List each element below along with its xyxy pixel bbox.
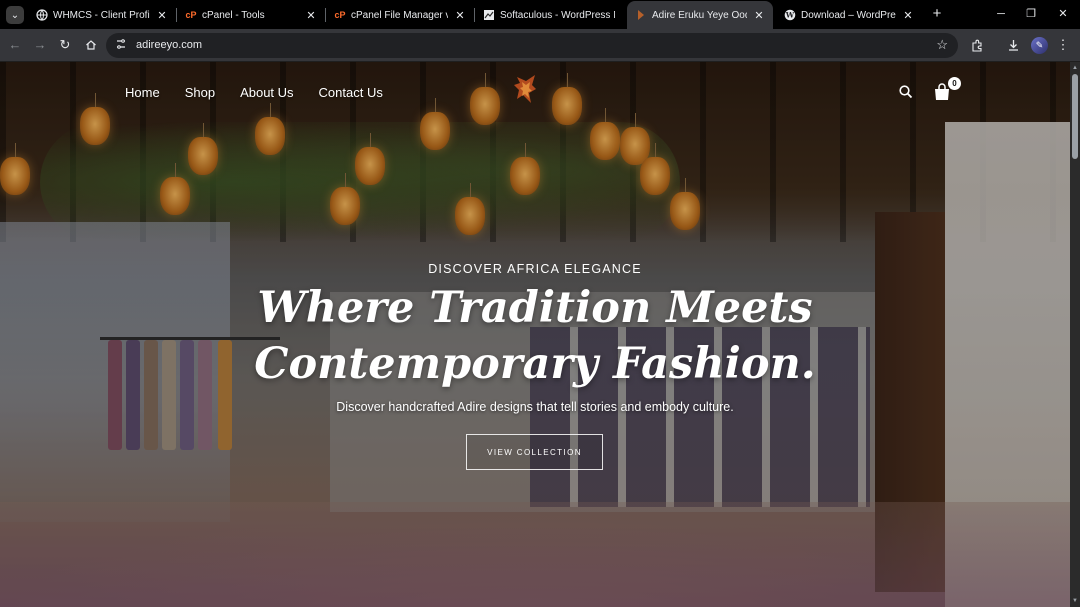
tab-title: Adire Eruku Yeye Oodua - A bbox=[652, 9, 747, 21]
back-button[interactable]: ← bbox=[6, 36, 24, 54]
tab-search-button[interactable]: ⌄ bbox=[6, 6, 24, 24]
forward-button[interactable]: → bbox=[31, 36, 49, 54]
nav-shop[interactable]: Shop bbox=[185, 85, 215, 100]
tab-wordpress-download[interactable]: W Download – WordPress.or ✕ bbox=[776, 3, 922, 27]
browser-tab-strip: ⌄ WHMCS - Client Profile ✕ cP cPanel - T… bbox=[0, 0, 1080, 29]
tab-title: cPanel - Tools bbox=[202, 9, 265, 21]
tab-cpanel-tools[interactable]: cP cPanel - Tools ✕ bbox=[177, 3, 325, 27]
site-info-icon[interactable] bbox=[114, 38, 128, 52]
profile-avatar[interactable]: ✎ bbox=[1031, 37, 1048, 54]
chevron-down-icon: ⌄ bbox=[10, 9, 20, 21]
browser-menu-button[interactable]: ⋮ bbox=[1054, 36, 1072, 54]
cart-count-badge: 0 bbox=[948, 77, 961, 90]
tab-title: cPanel File Manager v3 bbox=[351, 9, 448, 21]
tab-whmcs[interactable]: WHMCS - Client Profile ✕ bbox=[28, 3, 176, 27]
new-tab-button[interactable]: + bbox=[929, 6, 945, 22]
cpanel-icon: cP bbox=[334, 10, 346, 20]
tab-title: Softaculous - WordPress M bbox=[500, 9, 615, 21]
browser-toolbar: ← → ↻ adireeyo.com ☆ ⋮ bbox=[0, 29, 1080, 62]
page-viewport: Home Shop About Us Contact Us 0 DISCOVER… bbox=[0, 62, 1070, 607]
hero-headline-line-1: Where Tradition Meets bbox=[257, 283, 813, 333]
site-main-nav: Home Shop About Us Contact Us bbox=[125, 85, 383, 100]
tab-close-icon[interactable]: ✕ bbox=[902, 9, 914, 22]
tab-close-icon[interactable]: ✕ bbox=[156, 9, 168, 22]
tab-close-icon[interactable]: ✕ bbox=[305, 9, 317, 22]
downloads-button[interactable] bbox=[1004, 36, 1022, 54]
svg-text:W: W bbox=[785, 11, 795, 20]
close-window-button[interactable]: ✕ bbox=[1048, 4, 1078, 24]
cpanel-icon: cP bbox=[185, 10, 197, 20]
nav-contact-us[interactable]: Contact Us bbox=[319, 85, 383, 100]
home-button[interactable] bbox=[82, 36, 100, 54]
puzzle-icon bbox=[971, 39, 984, 55]
address-bar[interactable]: adireeyo.com ☆ bbox=[106, 33, 958, 58]
scroll-up-arrow-icon[interactable]: ▲ bbox=[1070, 64, 1080, 72]
hero-headline-line-2: Contemporary Fashion. bbox=[254, 339, 816, 389]
arrow-right-icon: → bbox=[33, 37, 47, 52]
home-icon bbox=[85, 39, 97, 54]
extensions-button[interactable] bbox=[968, 36, 986, 54]
hero-subtitle: Discover handcrafted Adire designs that … bbox=[336, 400, 734, 414]
nav-about-us[interactable]: About Us bbox=[240, 85, 293, 100]
arrow-left-icon: ← bbox=[8, 37, 22, 52]
download-icon bbox=[1007, 40, 1020, 55]
softaculous-icon bbox=[483, 9, 495, 21]
scroll-down-arrow-icon[interactable]: ▼ bbox=[1070, 597, 1080, 605]
hero-headline: Where Tradition Meets Contemporary Fashi… bbox=[0, 280, 1070, 392]
bookmark-star-icon[interactable]: ☆ bbox=[936, 37, 948, 53]
adire-logo-icon bbox=[635, 9, 647, 21]
page-scrollbar[interactable]: ▲ ▼ bbox=[1070, 62, 1080, 607]
view-collection-button[interactable]: VIEW COLLECTION bbox=[466, 434, 603, 470]
tab-close-icon[interactable]: ✕ bbox=[454, 9, 466, 22]
globe-icon bbox=[36, 9, 48, 21]
profile-icon: ✎ bbox=[1035, 40, 1044, 50]
minimize-button[interactable]: ─ bbox=[986, 4, 1016, 24]
site-logo[interactable] bbox=[513, 73, 539, 107]
reload-icon: ↻ bbox=[59, 37, 71, 52]
restore-button[interactable]: ❐ bbox=[1016, 4, 1046, 24]
tab-adire-active[interactable]: Adire Eruku Yeye Oodua - A ✕ bbox=[627, 1, 773, 29]
tab-title: Download – WordPress.or bbox=[801, 9, 896, 21]
url-text[interactable]: adireeyo.com bbox=[136, 39, 202, 51]
tab-title: WHMCS - Client Profile bbox=[53, 9, 150, 21]
nav-home[interactable]: Home bbox=[125, 85, 160, 100]
kebab-menu-icon: ⋮ bbox=[1056, 37, 1070, 52]
tab-cpanel-file-manager[interactable]: cP cPanel File Manager v3 ✕ bbox=[326, 3, 474, 27]
site-search-icon[interactable] bbox=[898, 84, 914, 100]
tab-softaculous[interactable]: Softaculous - WordPress M bbox=[475, 3, 623, 27]
scrollbar-thumb[interactable] bbox=[1072, 74, 1078, 159]
reload-button[interactable]: ↻ bbox=[56, 36, 74, 54]
hero-eyebrow: DISCOVER AFRICA ELEGANCE bbox=[428, 262, 642, 276]
wordpress-icon: W bbox=[784, 9, 796, 21]
tab-close-icon[interactable]: ✕ bbox=[753, 9, 765, 22]
